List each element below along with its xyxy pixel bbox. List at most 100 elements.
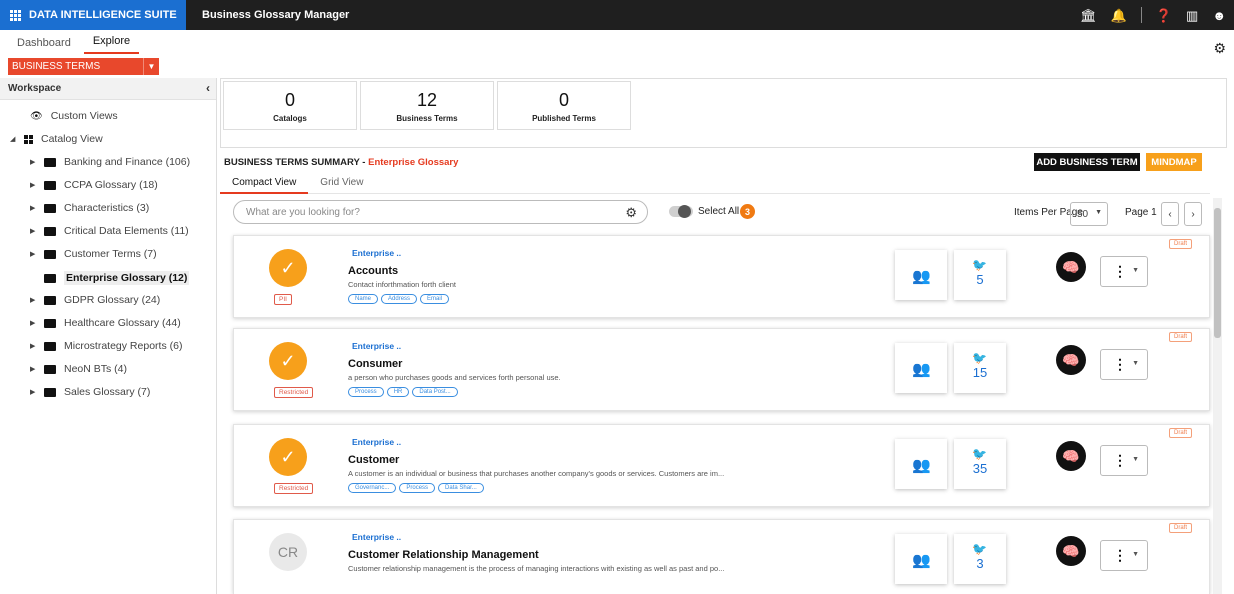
- stewards-button[interactable]: 👥: [895, 250, 947, 300]
- sidebar-item[interactable]: ▶ Microstrategy Reports (6): [30, 340, 182, 352]
- brain-icon[interactable]: 🧠: [1056, 441, 1086, 471]
- prev-page-button[interactable]: ‹: [1161, 202, 1179, 226]
- stewards-button[interactable]: 👥: [895, 439, 947, 489]
- term-card[interactable]: ✓ PII Enterprise .. Accounts Contact inf…: [233, 235, 1210, 318]
- scrollbar-thumb[interactable]: [1214, 208, 1221, 338]
- chart-icon[interactable]: ▥: [1186, 9, 1198, 22]
- chevron-right-icon[interactable]: ▶: [30, 296, 44, 304]
- term-category[interactable]: Enterprise ..: [352, 532, 401, 542]
- chevron-right-icon[interactable]: ▶: [30, 204, 44, 212]
- view-tabs: Compact View Grid View: [220, 176, 1210, 194]
- term-title[interactable]: Customer Relationship Management: [348, 549, 539, 561]
- bird-icon: 🐦: [972, 258, 987, 272]
- selected-count-badge: 3: [740, 204, 755, 219]
- chip[interactable]: Process: [348, 387, 384, 397]
- search-input[interactable]: What are you looking for? ⚙: [233, 200, 648, 224]
- stewards-button[interactable]: 👥: [895, 534, 947, 584]
- chevron-right-icon[interactable]: ▶: [30, 250, 44, 258]
- term-chips: Governanc... Process Data Shar...: [348, 483, 484, 493]
- business-terms-dropdown[interactable]: BUSINESS TERMS ▼: [8, 58, 159, 75]
- mindmap-button[interactable]: MINDMAP: [1146, 153, 1202, 171]
- help-icon[interactable]: ❓: [1156, 9, 1172, 22]
- sidebar-item[interactable]: ▶ Sales Glossary (7): [30, 386, 150, 398]
- catalog-view-label: Catalog View: [41, 133, 103, 145]
- sidebar-item-label: Banking and Finance (106): [64, 156, 191, 168]
- sidebar-item-selected[interactable]: Enterprise Glossary (12): [44, 271, 190, 285]
- sidebar-item[interactable]: ▶ Healthcare Glossary (44): [30, 317, 181, 329]
- chevron-right-icon[interactable]: ▶: [30, 342, 44, 350]
- term-card[interactable]: ✓ Restricted Enterprise .. Consumer a pe…: [233, 328, 1210, 411]
- chevron-down-icon[interactable]: ▼: [143, 58, 159, 75]
- term-title[interactable]: Customer: [348, 454, 399, 466]
- tab-compact-view[interactable]: Compact View: [220, 176, 309, 194]
- chevron-right-icon[interactable]: ▶: [30, 365, 44, 373]
- term-title[interactable]: Accounts: [348, 265, 398, 277]
- chevron-right-icon[interactable]: ▶: [30, 158, 44, 166]
- sidebar-item[interactable]: ▶ Characteristics (3): [30, 202, 149, 214]
- related-count-button[interactable]: 🐦 15: [954, 343, 1006, 393]
- more-actions-button[interactable]: ⋮ ▼: [1100, 540, 1148, 571]
- expand-icon[interactable]: ◢: [10, 135, 24, 143]
- term-card[interactable]: ✓ Restricted Enterprise .. Customer A cu…: [233, 424, 1210, 507]
- more-actions-button[interactable]: ⋮ ▼: [1100, 256, 1148, 287]
- chevron-right-icon[interactable]: ▶: [30, 319, 44, 327]
- term-title[interactable]: Consumer: [348, 358, 402, 370]
- tab-explore[interactable]: Explore: [83, 35, 140, 54]
- gear-icon[interactable]: ⚙: [1213, 40, 1226, 57]
- brain-icon[interactable]: 🧠: [1056, 252, 1086, 282]
- sidebar-item[interactable]: ▶ Banking and Finance (106): [30, 156, 190, 168]
- term-category[interactable]: Enterprise ..: [352, 341, 401, 351]
- sidebar-item[interactable]: ▶ CCPA Glossary (18): [30, 179, 158, 191]
- chip[interactable]: Data Shar...: [438, 483, 484, 493]
- term-category[interactable]: Enterprise ..: [352, 437, 401, 447]
- sidebar-item-label: Microstrategy Reports (6): [64, 340, 183, 352]
- term-category[interactable]: Enterprise ..: [352, 248, 401, 258]
- classification-tag: Restricted: [274, 387, 314, 398]
- sidebar-item[interactable]: ▶ GDPR Glossary (24): [30, 294, 160, 306]
- term-card[interactable]: CR Enterprise .. Customer Relationship M…: [233, 519, 1210, 594]
- chip[interactable]: Email: [420, 294, 450, 304]
- brand[interactable]: DATA INTELLIGENCE SUITE: [0, 0, 186, 30]
- more-actions-button[interactable]: ⋮ ▼: [1100, 445, 1148, 476]
- chip[interactable]: Name: [348, 294, 379, 304]
- bell-icon[interactable]: 🔔: [1111, 9, 1127, 22]
- add-business-term-button[interactable]: ADD BUSINESS TERM: [1034, 153, 1140, 171]
- next-page-button[interactable]: ›: [1184, 202, 1202, 226]
- tab-grid-view[interactable]: Grid View: [308, 176, 375, 194]
- sidebar-item[interactable]: ▶ Customer Terms (7): [30, 248, 157, 260]
- apps-grid-icon[interactable]: [10, 9, 21, 21]
- tab-dashboard[interactable]: Dashboard: [8, 37, 80, 54]
- brain-icon[interactable]: 🧠: [1056, 536, 1086, 566]
- bank-icon[interactable]: 🏛: [1080, 9, 1097, 22]
- stewards-button[interactable]: 👥: [895, 343, 947, 393]
- custom-views[interactable]: 👁 Custom Views: [30, 110, 118, 122]
- select-all-toggle[interactable]: [669, 205, 693, 218]
- chip[interactable]: Address: [381, 294, 418, 304]
- more-actions-button[interactable]: ⋮ ▼: [1100, 349, 1148, 380]
- related-count-button[interactable]: 🐦 3: [954, 534, 1006, 584]
- user-icon[interactable]: ☻: [1212, 9, 1226, 22]
- chip[interactable]: Process: [399, 483, 436, 493]
- chevron-right-icon[interactable]: ▶: [30, 227, 44, 235]
- brain-icon[interactable]: 🧠: [1056, 345, 1086, 375]
- stat-published-terms[interactable]: 0 Published Terms: [497, 81, 631, 130]
- status-badge: Draft: [1169, 428, 1193, 438]
- gear-icon[interactable]: ⚙: [625, 205, 637, 221]
- chevron-right-icon[interactable]: ▶: [30, 388, 44, 396]
- term-chips: Process HR Data Post...: [348, 387, 458, 397]
- sidebar-item-label: Healthcare Glossary (44): [64, 317, 181, 329]
- chip[interactable]: Governanc...: [348, 483, 397, 493]
- sidebar-item-label: Sales Glossary (7): [64, 386, 151, 398]
- catalog-view[interactable]: ◢ Catalog View: [10, 133, 103, 145]
- related-count-button[interactable]: 🐦 5: [954, 250, 1006, 300]
- stat-business-terms[interactable]: 12 Business Terms: [360, 81, 494, 130]
- sidebar-item[interactable]: ▶ NeoN BTs (4): [30, 363, 127, 375]
- collapse-icon[interactable]: ‹: [206, 81, 210, 95]
- items-per-page-select[interactable]: 50 ▼: [1070, 202, 1108, 226]
- chevron-right-icon[interactable]: ▶: [30, 181, 44, 189]
- chip[interactable]: Data Post...: [412, 387, 458, 397]
- related-count-button[interactable]: 🐦 35: [954, 439, 1006, 489]
- sidebar-item[interactable]: ▶ Critical Data Elements (11): [30, 225, 189, 237]
- chip[interactable]: HR: [386, 387, 410, 397]
- stat-catalogs[interactable]: 0 Catalogs: [223, 81, 357, 130]
